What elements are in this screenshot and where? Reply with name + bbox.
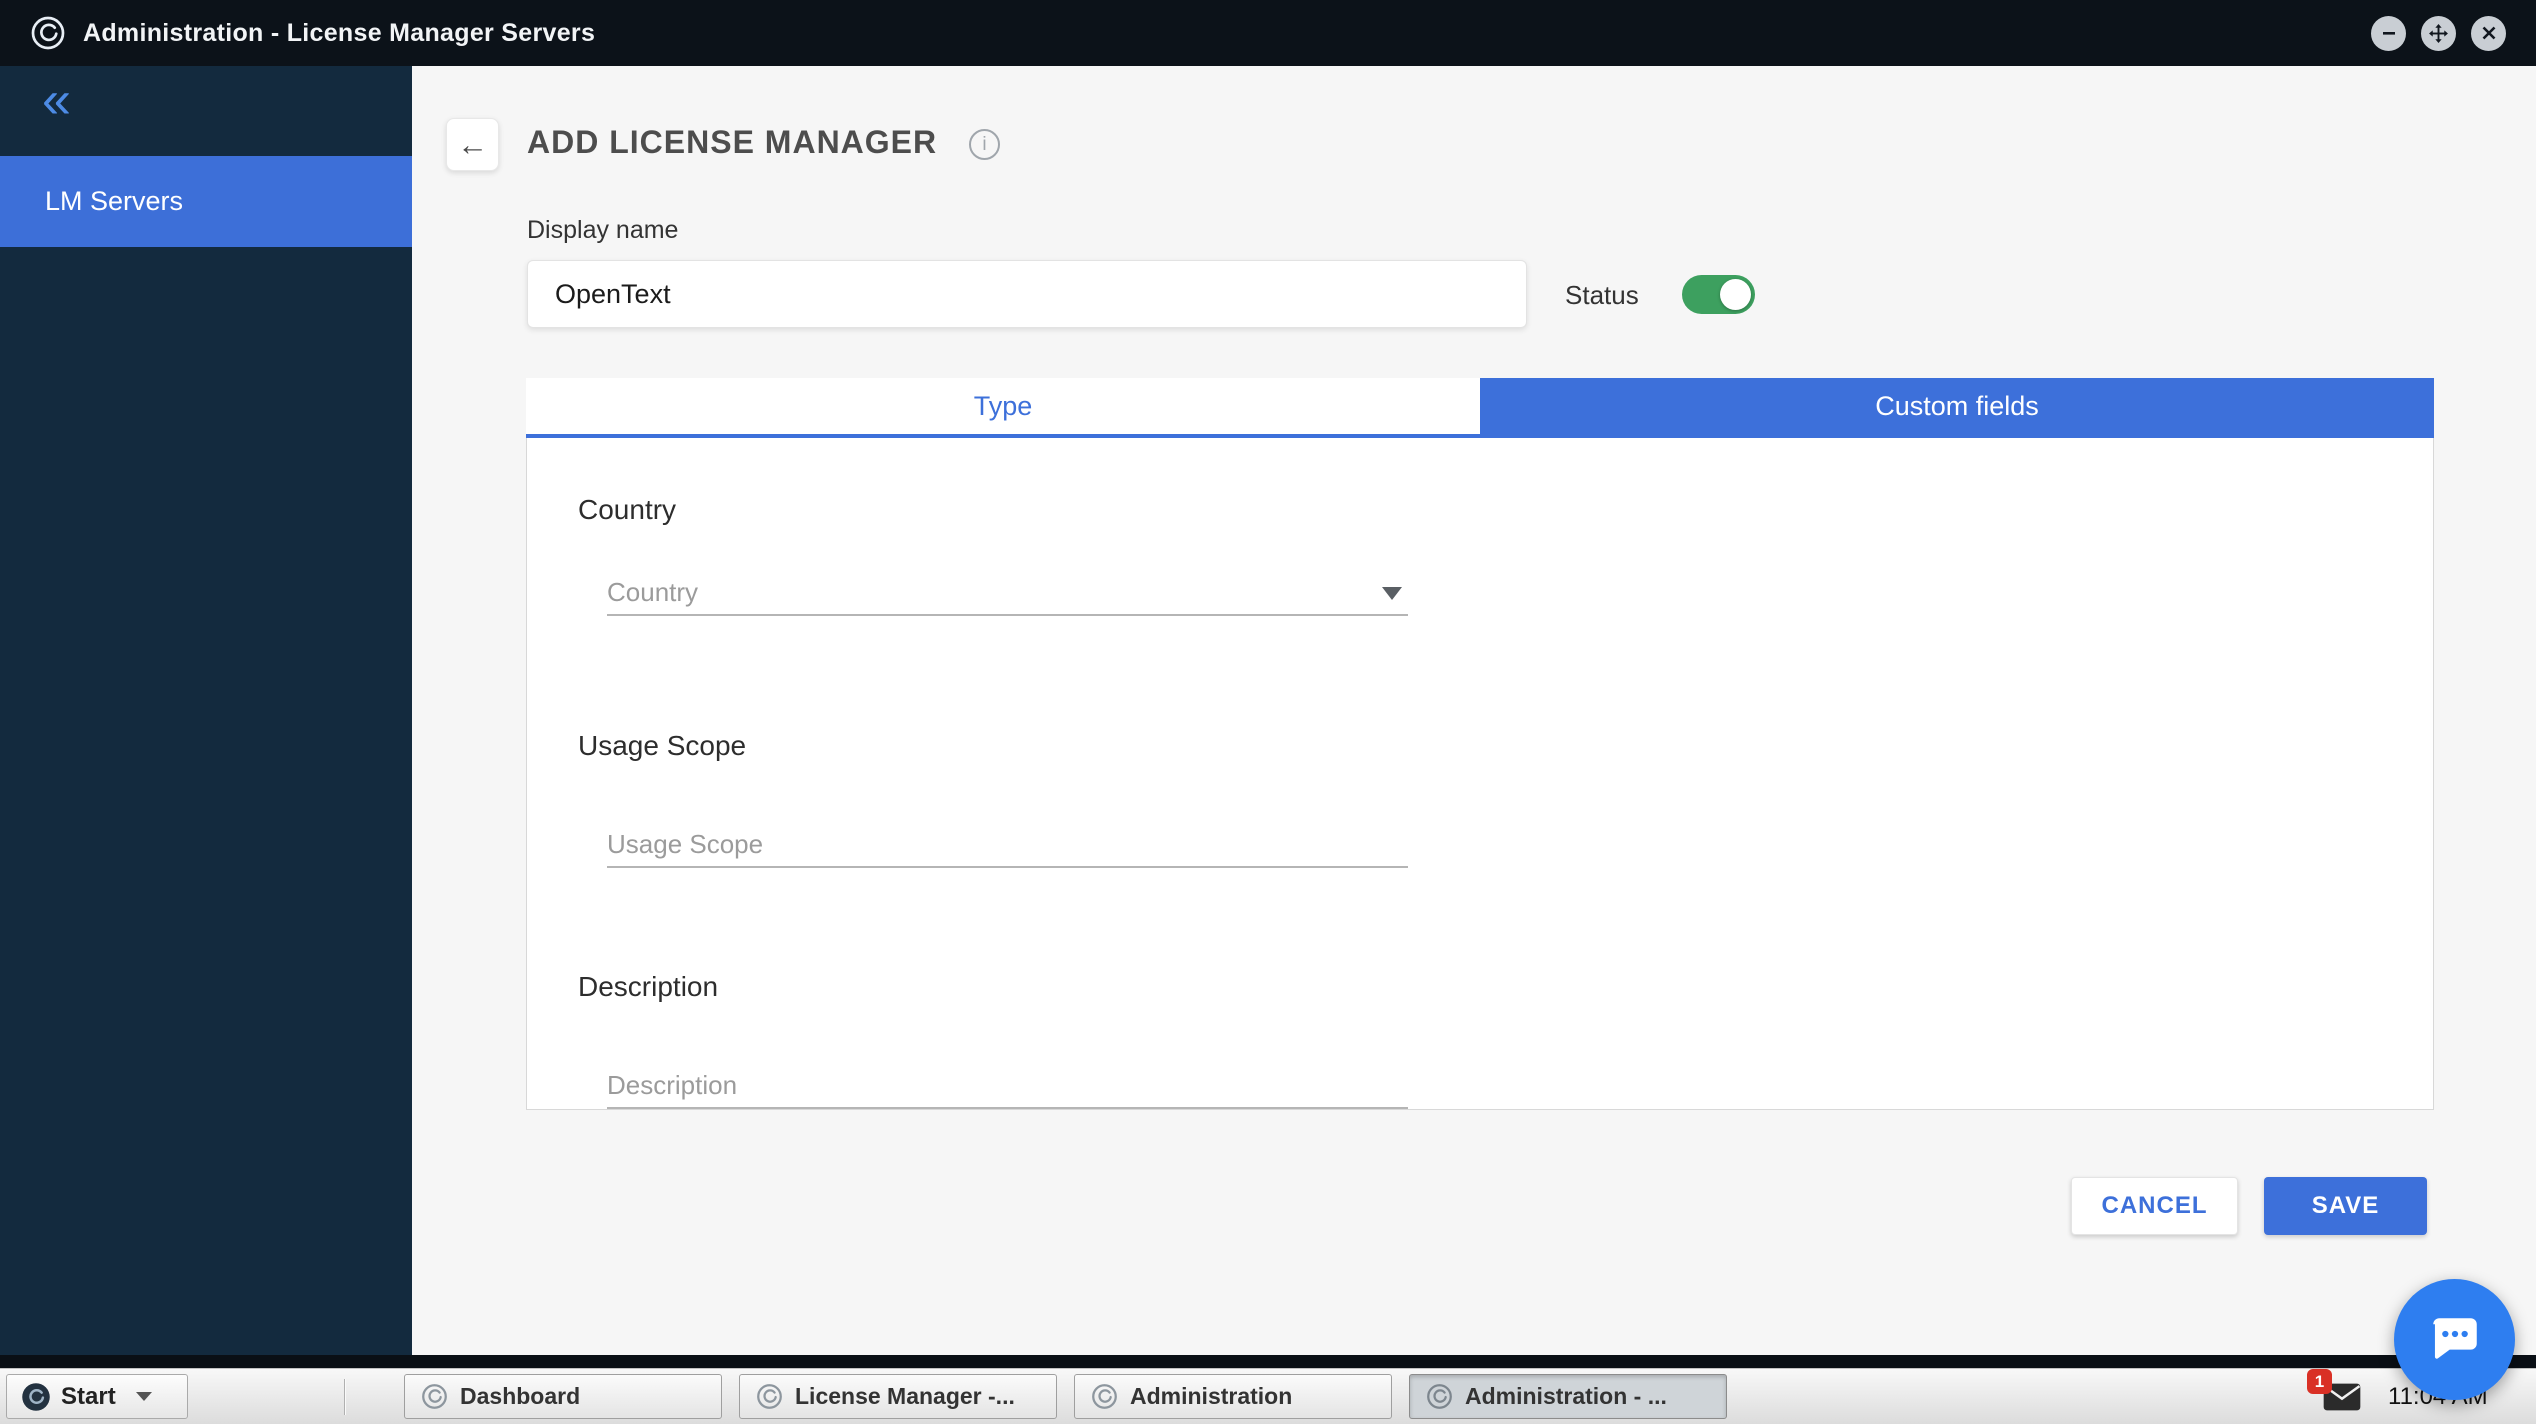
sidebar-item-lm-servers[interactable]: LM Servers <box>0 156 412 247</box>
description-label: Description <box>578 971 718 1003</box>
move-arrows-icon <box>2428 23 2449 44</box>
dropdown-caret-icon <box>1382 587 1402 600</box>
minimize-icon <box>2380 24 2398 42</box>
display-name-label: Display name <box>527 216 678 245</box>
minimize-button[interactable] <box>2371 16 2406 51</box>
app-window-icon <box>756 1383 783 1410</box>
chevron-double-left-icon: « <box>42 71 71 129</box>
mail-icon[interactable]: 1 <box>2322 1382 2362 1417</box>
start-label: Start <box>61 1383 116 1411</box>
info-icon[interactable]: i <box>969 129 1000 160</box>
description-field <box>607 1063 1408 1109</box>
display-name-input[interactable] <box>527 260 1527 328</box>
sidebar: « LM Servers <box>0 66 412 1355</box>
tab-custom-fields[interactable]: Custom fields <box>1480 378 2434 434</box>
taskbar-item-label: Administration - ... <box>1465 1383 1667 1410</box>
app-window-icon <box>1091 1383 1118 1410</box>
taskbar-divider <box>344 1379 346 1415</box>
window-titlebar: Administration - License Manager Servers <box>0 0 2536 66</box>
app-logo-icon <box>30 15 66 51</box>
country-select[interactable] <box>607 570 1408 616</box>
usage-scope-field <box>607 822 1408 868</box>
tab-bar: Type Custom fields <box>526 378 2434 438</box>
window-controls <box>2371 16 2506 51</box>
start-caret-icon <box>136 1392 152 1401</box>
taskbar-item-label: License Manager -... <box>795 1383 1015 1410</box>
status-toggle[interactable] <box>1682 275 1755 314</box>
usage-scope-input[interactable] <box>607 822 1408 866</box>
sidebar-item-label: LM Servers <box>45 186 183 217</box>
taskbar-item-license-manager[interactable]: License Manager -... <box>739 1374 1057 1419</box>
close-icon <box>2481 25 2497 41</box>
collapse-sidebar-button[interactable]: « <box>42 74 71 126</box>
usage-scope-label: Usage Scope <box>578 730 746 762</box>
mail-badge: 1 <box>2307 1369 2332 1394</box>
start-button[interactable]: Start <box>6 1374 188 1419</box>
toggle-knob-icon <box>1720 279 1751 310</box>
start-logo-icon <box>21 1382 51 1412</box>
close-button[interactable] <box>2471 16 2506 51</box>
country-label: Country <box>578 494 676 526</box>
app-window-icon <box>421 1383 448 1410</box>
country-select-input[interactable] <box>607 570 1408 614</box>
taskbar-item-label: Administration <box>1130 1383 1292 1410</box>
back-button[interactable]: ← <box>446 118 499 171</box>
taskbar-item-dashboard[interactable]: Dashboard <box>404 1374 722 1419</box>
taskbar: Start Dashboard License Manager -... Adm… <box>0 1368 2536 1424</box>
chat-button[interactable] <box>2394 1279 2515 1400</box>
save-button[interactable]: SAVE <box>2264 1177 2427 1235</box>
description-input[interactable] <box>607 1063 1408 1107</box>
window-title: Administration - License Manager Servers <box>83 19 595 48</box>
main-content: ← ADD LICENSE MANAGER i Display name Sta… <box>412 66 2536 1355</box>
status-label: Status <box>1565 280 1639 311</box>
app-window-icon <box>1426 1383 1453 1410</box>
taskbar-item-administration-active[interactable]: Administration - ... <box>1409 1374 1727 1419</box>
chat-bubble-icon <box>2426 1311 2484 1369</box>
taskbar-item-label: Dashboard <box>460 1383 580 1410</box>
cancel-button[interactable]: CANCEL <box>2071 1177 2238 1235</box>
back-arrow-icon: ← <box>457 129 488 160</box>
page-title: ADD LICENSE MANAGER <box>527 124 937 161</box>
tab-type[interactable]: Type <box>526 378 1480 434</box>
screen: Administration - License Manager Servers… <box>0 0 2536 1424</box>
maximize-button[interactable] <box>2421 16 2456 51</box>
custom-fields-panel: Country Usage Scope Description <box>526 438 2434 1110</box>
taskbar-item-administration[interactable]: Administration <box>1074 1374 1392 1419</box>
